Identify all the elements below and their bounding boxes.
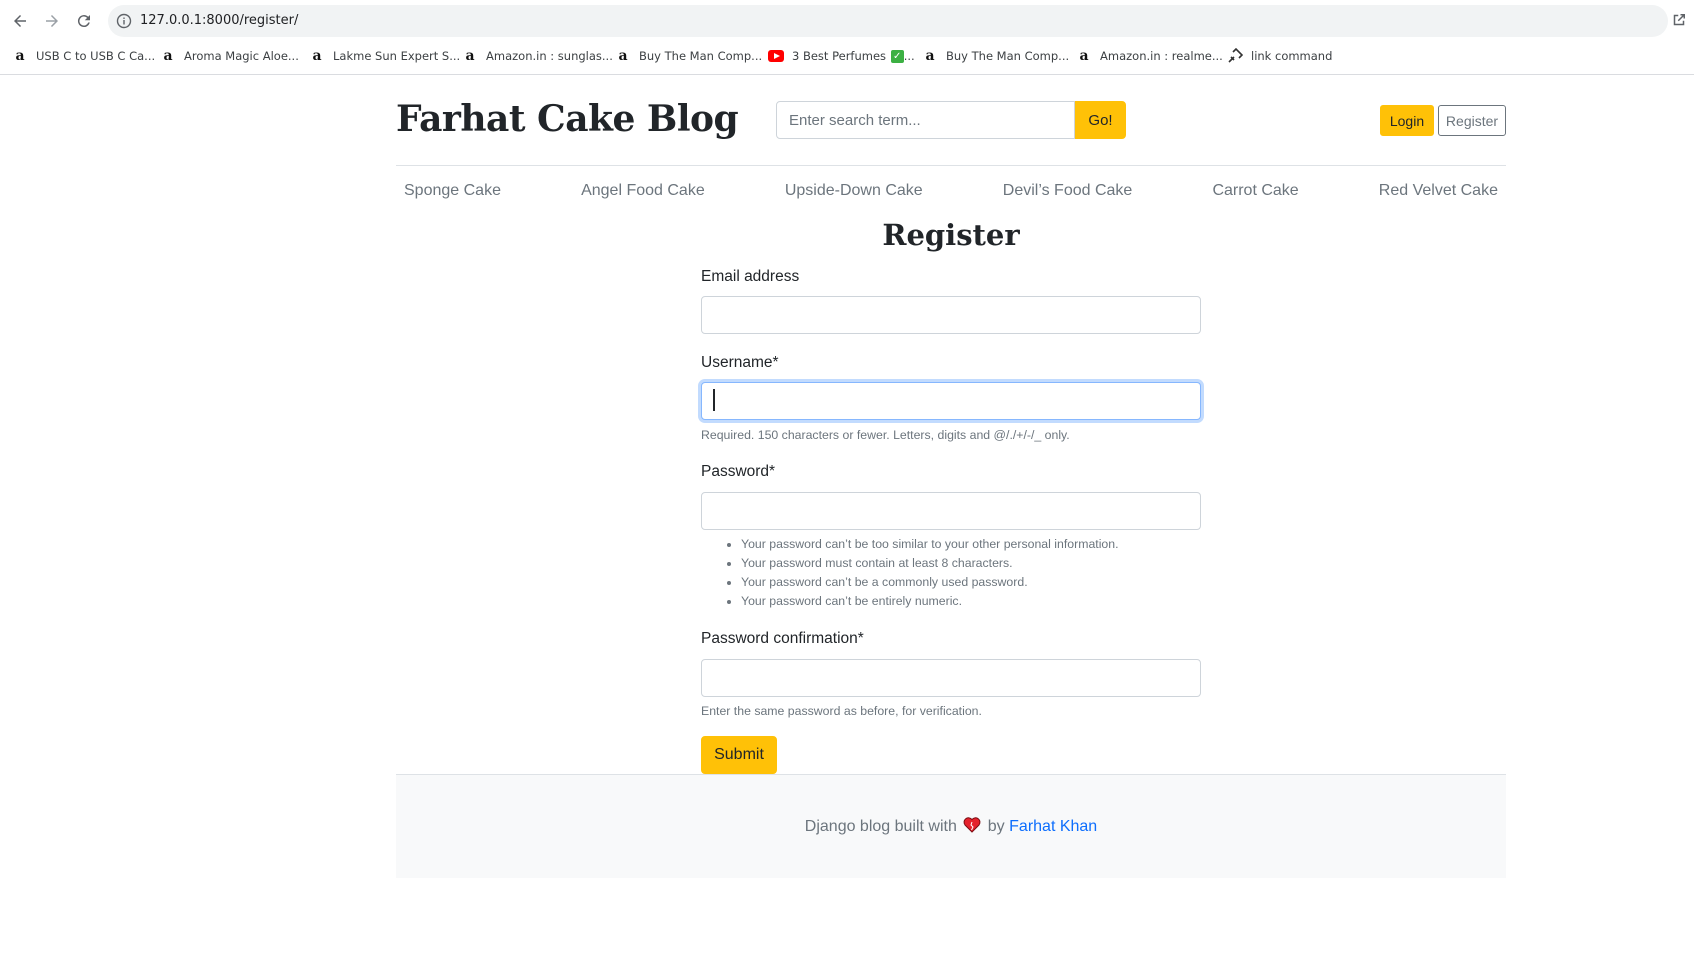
- url-text: 127.0.0.1:8000/register/: [140, 13, 299, 28]
- password-confirmation-help: Enter the same password as before, for v…: [701, 704, 982, 718]
- author-link[interactable]: Farhat Khan: [1009, 818, 1097, 835]
- heart-icon: [963, 817, 981, 833]
- bookmark-item[interactable]: a Amazon.in : sunglas...: [462, 44, 612, 68]
- password-confirmation-label: Password confirmation*: [701, 630, 864, 647]
- password-confirmation-field[interactable]: [701, 659, 1201, 697]
- email-label: Email address: [701, 268, 800, 285]
- bookmarks-bar: a USB C to USB C Ca... a Aroma Magic Aloe.…: [0, 44, 1694, 68]
- password-rule: Your password must contain at least 8 ch…: [741, 554, 1119, 573]
- browser-chrome: 127.0.0.1:8000/register/ a USB C to USB C…: [0, 0, 1694, 75]
- reload-icon[interactable]: [72, 9, 96, 33]
- amazon-icon: a: [465, 48, 475, 64]
- amazon-icon: a: [925, 48, 935, 64]
- login-button[interactable]: Login: [1380, 105, 1434, 136]
- forward-icon[interactable]: [40, 9, 64, 33]
- amazon-icon: a: [1079, 48, 1089, 64]
- bookmark-item[interactable]: a USB C to USB C Ca...: [12, 44, 155, 68]
- info-icon[interactable]: [116, 13, 132, 29]
- bookmark-item[interactable]: a Lakme Sun Expert S...: [309, 44, 460, 68]
- share-icon[interactable]: [1670, 11, 1688, 29]
- bookmark-item[interactable]: a Aroma Magic Aloe...: [160, 44, 298, 68]
- site-brand[interactable]: Farhat Cake Blog: [396, 98, 739, 140]
- category-link-red-velvet-cake[interactable]: Red Velvet Cake: [1379, 176, 1498, 206]
- amazon-icon: a: [163, 48, 173, 64]
- bookmark-item[interactable]: a Buy The Man Comp...: [615, 44, 762, 68]
- footer: Django blog built with by Farhat Khan: [396, 774, 1506, 878]
- back-icon[interactable]: [8, 9, 32, 33]
- category-link-sponge-cake[interactable]: Sponge Cake: [404, 176, 501, 206]
- text-caret: [713, 389, 715, 411]
- email-field[interactable]: [701, 296, 1201, 334]
- category-link-upside-down-cake[interactable]: Upside-Down Cake: [785, 176, 923, 206]
- username-label: Username*: [701, 354, 779, 371]
- category-link-angel-food-cake[interactable]: Angel Food Cake: [581, 176, 705, 206]
- search-input[interactable]: [776, 101, 1075, 139]
- category-link-carrot-cake[interactable]: Carrot Cake: [1212, 176, 1298, 206]
- password-field[interactable]: [701, 492, 1201, 530]
- search-button[interactable]: Go!: [1075, 101, 1126, 139]
- password-rules: Your password can’t be too similar to yo…: [741, 535, 1119, 611]
- bookmark-item[interactable]: a Buy The Man Comp...: [922, 44, 1069, 68]
- category-link-devils-food-cake[interactable]: Devil’s Food Cake: [1003, 176, 1133, 206]
- amazon-icon: a: [15, 48, 25, 64]
- bookmark-item[interactable]: 3 Best Perfumes ✓...: [768, 44, 915, 68]
- youtube-icon: [768, 48, 784, 64]
- bookmark-item[interactable]: a Amazon.in : realme...: [1076, 44, 1222, 68]
- check-emoji-icon: ✓: [890, 49, 904, 63]
- link-command-icon: [1227, 48, 1243, 64]
- password-label: Password*: [701, 463, 776, 480]
- category-nav: Sponge Cake Angel Food Cake Upside-Down …: [396, 176, 1506, 206]
- amazon-icon: a: [618, 48, 628, 64]
- password-rule: Your password can’t be a commonly used p…: [741, 573, 1119, 592]
- password-rule: Your password can’t be entirely numeric.: [741, 592, 1119, 611]
- username-help: Required. 150 characters or fewer. Lette…: [701, 428, 1070, 442]
- header-divider: [396, 165, 1506, 166]
- footer-text: Django blog built with by Farhat Khan: [804, 817, 1098, 835]
- amazon-icon: a: [312, 48, 322, 64]
- submit-button[interactable]: Submit: [701, 736, 777, 774]
- register-button[interactable]: Register: [1438, 105, 1506, 136]
- page-title: Register: [882, 218, 1020, 252]
- address-bar[interactable]: 127.0.0.1:8000/register/: [108, 5, 1668, 37]
- username-field[interactable]: [701, 382, 1201, 420]
- password-rule: Your password can’t be too similar to yo…: [741, 535, 1119, 554]
- bookmark-item[interactable]: link command: [1227, 44, 1332, 68]
